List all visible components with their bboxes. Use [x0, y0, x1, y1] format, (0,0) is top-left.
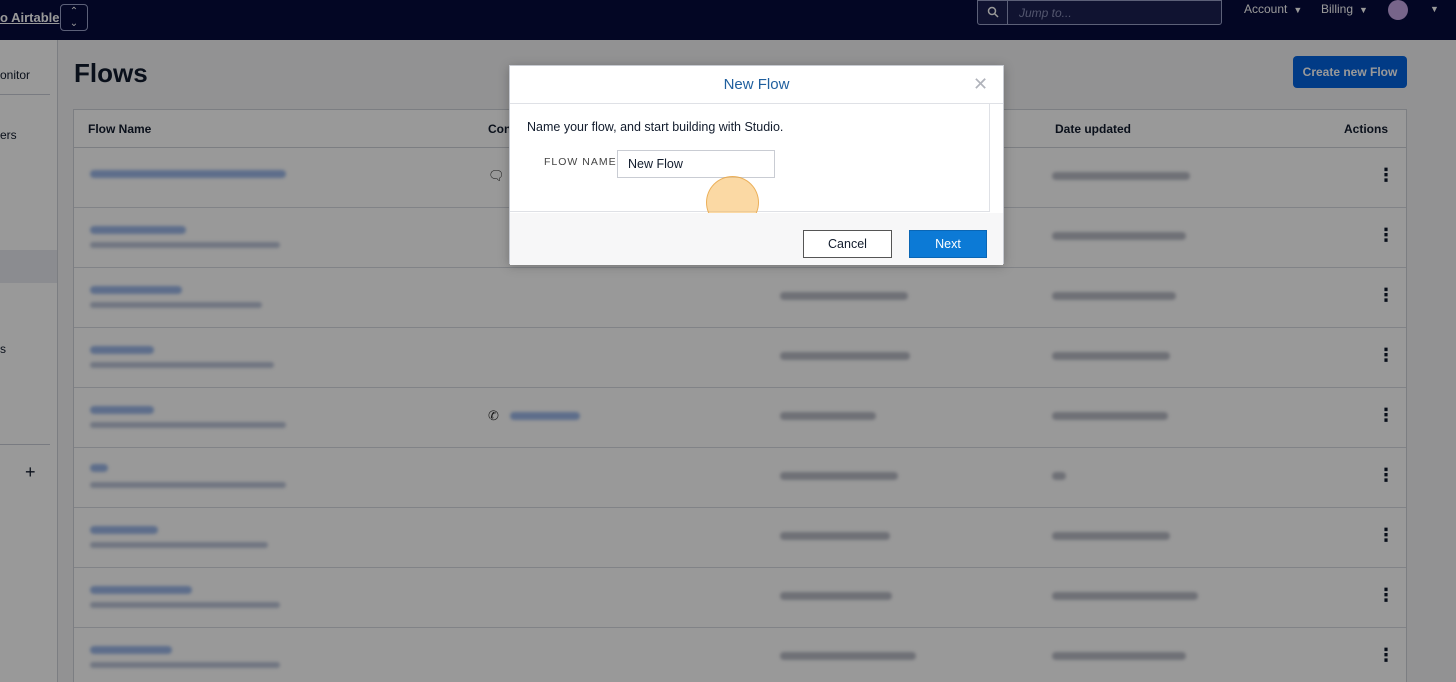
dialog-footer: Cancel Next — [510, 213, 1003, 265]
cancel-button[interactable]: Cancel — [803, 230, 892, 258]
close-icon[interactable]: ✕ — [973, 75, 988, 93]
dialog-title: New Flow — [723, 76, 790, 93]
dialog-body: Name your flow, and start building with … — [510, 104, 990, 229]
next-button[interactable]: Next — [909, 230, 987, 258]
dialog-header: New Flow ✕ — [510, 66, 1003, 104]
dialog-description: Name your flow, and start building with … — [527, 120, 784, 134]
new-flow-dialog: New Flow ✕ Name your flow, and start bui… — [509, 65, 1004, 265]
flow-name-label: FLOW NAME — [544, 156, 617, 168]
flow-name-input[interactable] — [617, 150, 775, 178]
